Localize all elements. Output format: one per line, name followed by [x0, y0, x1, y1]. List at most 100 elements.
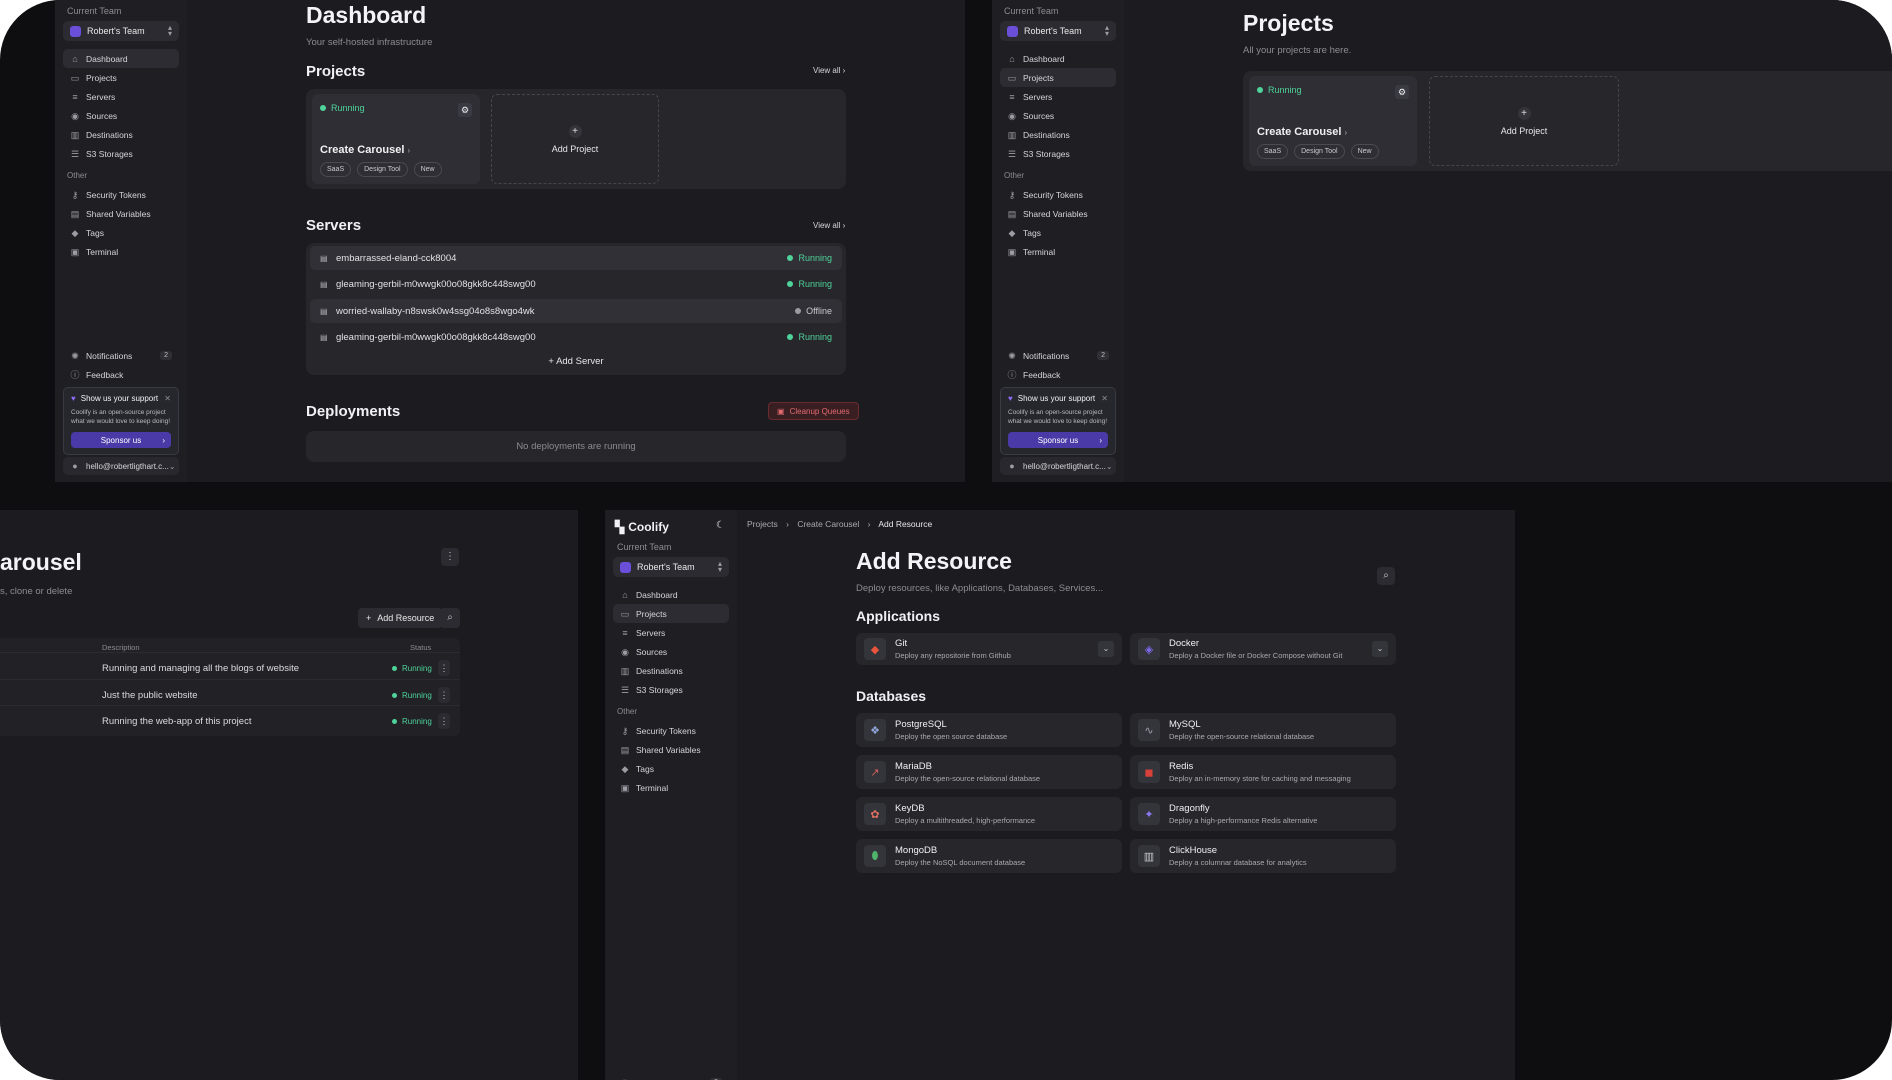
nav-terminal[interactable]: ▣ Terminal [1000, 242, 1116, 261]
page-subtitle: s, clone or delete [0, 586, 73, 597]
nav-terminal[interactable]: ▣ Terminal [63, 242, 179, 261]
nav-sources[interactable]: ◉ Sources [1000, 106, 1116, 125]
resource-card-git[interactable]: ◆ Git Deploy any repositorie from Github … [856, 633, 1122, 665]
projects-view-all-link[interactable]: View all › [813, 66, 845, 75]
team-select[interactable]: Robert's Team ▴ ▾ [63, 21, 179, 41]
team-select[interactable]: Robert's Team ▴ ▾ [613, 557, 729, 577]
search-icon[interactable]: ⌕ [1377, 567, 1395, 585]
resource-card-mongodb[interactable]: ⬮ MongoDB Deploy the NoSQL document datab… [856, 839, 1122, 873]
nav-tags[interactable]: ◆ Tags [63, 223, 179, 242]
nav-security-tokens[interactable]: ⚷ Security Tokens [613, 721, 729, 740]
close-icon[interactable]: ✕ [1101, 394, 1108, 403]
team-name: Robert's Team [87, 26, 145, 36]
add-server-button[interactable]: + Add Server [306, 356, 846, 367]
nav-projects[interactable]: ▭ Projects [1000, 68, 1116, 87]
nav-notifications[interactable]: ✺Notifications2 [63, 346, 179, 365]
nav-security-tokens[interactable]: ⚷ Security Tokens [63, 185, 179, 204]
resource-card-mariadb[interactable]: ↗ MariaDB Deploy the open-source relation… [856, 755, 1122, 789]
logo[interactable]: ▚ Coolify [615, 520, 669, 534]
chevron-down-icon[interactable]: ⌄ [1098, 641, 1114, 657]
resource-name: MySQL [1169, 719, 1201, 730]
project-tags: SaaS Design Tool New [1257, 144, 1379, 159]
server-row[interactable]: ▤ worried-wallaby-n8swsk0w4ssg04o8s8wgo4w… [310, 299, 842, 323]
servers-view-all-link[interactable]: View all › [813, 221, 845, 230]
gear-icon[interactable]: ⚙ [458, 103, 472, 117]
project-card[interactable]: Running ⚙ Create Carousel › SaaS Design … [1249, 76, 1417, 166]
nav-tags[interactable]: ◆ Tags [1000, 223, 1116, 242]
breadcrumb-item[interactable]: Projects [747, 519, 778, 529]
cleanup-queues-button[interactable]: ▣ Cleanup Queues [768, 402, 859, 420]
nav-servers[interactable]: ≡ Servers [1000, 87, 1116, 106]
nav-terminal[interactable]: ▣ Terminal [613, 778, 729, 797]
nav-shared-variables[interactable]: ▤ Shared Variables [1000, 204, 1116, 223]
notifications-count: 2 [160, 351, 172, 360]
page-subtitle: Your self-hosted infrastructure [306, 37, 433, 48]
user-menu[interactable]: ● hello@robertligthart.c... ⌄ [63, 457, 179, 475]
nav-feedback[interactable]: ⓘ Feedback [1000, 365, 1116, 384]
nav-sources[interactable]: ◉ Sources [63, 106, 179, 125]
nav-dashboard[interactable]: ⌂ Dashboard [63, 49, 179, 68]
servers-heading: Servers [306, 217, 362, 234]
resource-card-dragonfly[interactable]: ✦ Dragonfly Deploy a high-performance Red… [1130, 797, 1396, 831]
nav-projects[interactable]: ▭ Projects [613, 604, 729, 623]
resource-name: ClickHouse [1169, 845, 1218, 856]
sponsor-button[interactable]: Sponsor us › [71, 432, 171, 448]
sponsor-button[interactable]: Sponsor us › [1008, 432, 1108, 448]
nav-sources[interactable]: ◉ Sources [613, 642, 729, 661]
resource-card-postgresql[interactable]: ❖ PostgreSQL Deploy the open source datab… [856, 713, 1122, 747]
nav-notifications[interactable]: ✺Notifications2 [613, 1073, 729, 1080]
moon-icon[interactable]: ☾ [716, 520, 725, 531]
nav-notifications[interactable]: ✺Notifications2 [1000, 346, 1116, 365]
server-row[interactable]: ▤ gleaming-gerbil-m0wwgk00o08gkk8c448swg0… [310, 272, 842, 296]
user-menu[interactable]: ● hello@robertligthart.c... ⌄ [1000, 457, 1116, 475]
nav-destinations[interactable]: ▥ Destinations [613, 661, 729, 680]
status-dot [392, 666, 397, 671]
nav-tags[interactable]: ◆ Tags [613, 759, 729, 778]
table-row[interactable]: Running the web-app of this project Runn… [0, 705, 460, 737]
nav-s3-storages[interactable]: ☰ S3 Storages [1000, 144, 1116, 163]
breadcrumb-item[interactable]: Create Carousel [797, 519, 859, 529]
nav-s3-storages[interactable]: ☰ S3 Storages [613, 680, 729, 699]
resource-card-mysql[interactable]: ∿ MySQL Deploy the open-source relational… [1130, 713, 1396, 747]
row-menu-icon[interactable]: ⋮ [438, 660, 450, 676]
add-resource-button[interactable]: + Add Resource [358, 608, 443, 628]
close-icon[interactable]: ✕ [164, 394, 171, 403]
resource-card-docker[interactable]: ◈ Docker Deploy a Docker file or Docker C… [1130, 633, 1396, 665]
search-icon[interactable]: ⌕ [440, 608, 460, 628]
resource-desc: Deploy the open-source relational databa… [895, 774, 1041, 783]
team-label: Current Team [617, 542, 672, 552]
row-menu-icon[interactable]: ⋮ [438, 687, 450, 703]
add-project-card[interactable]: + Add Project [1429, 76, 1619, 166]
project-card[interactable]: Running ⚙ Create Carousel › SaaS Design … [312, 94, 480, 184]
gear-icon[interactable]: ⚙ [1395, 85, 1409, 99]
team-select[interactable]: Robert's Team ▴ ▾ [1000, 21, 1116, 41]
more-options-icon[interactable]: ⋮ [441, 548, 459, 566]
nav-destinations[interactable]: ▥ Destinations [63, 125, 179, 144]
chevron-down-icon[interactable]: ⌄ [1372, 641, 1388, 657]
row-menu-icon[interactable]: ⋮ [438, 713, 450, 729]
file-icon: ▤ [620, 744, 630, 755]
add-project-card[interactable]: + Add Project [491, 94, 659, 184]
nav-shared-variables[interactable]: ▤ Shared Variables [63, 204, 179, 223]
server-row[interactable]: ▤ gleaming-gerbil-m0wwgk00o08gkk8c448swg0… [310, 325, 842, 349]
nav-servers[interactable]: ≡ Servers [63, 87, 179, 106]
nav-label: Destinations [86, 129, 133, 140]
nav-destinations[interactable]: ▥ Destinations [1000, 125, 1116, 144]
resource-card-clickhouse[interactable]: ▥ ClickHouse Deploy a columnar database f… [1130, 839, 1396, 873]
tag: Design Tool [357, 162, 408, 177]
resource-card-keydb[interactable]: ✿ KeyDB Deploy a multithreaded, high-perf… [856, 797, 1122, 831]
resource-card-redis[interactable]: ◼ Redis Deploy an in-memory store for cac… [1130, 755, 1396, 789]
status-label: Offline [806, 306, 832, 316]
server-row[interactable]: ▤ embarrassed-eland-cck8004 Running [310, 246, 842, 270]
nav-servers[interactable]: ≡ Servers [613, 623, 729, 642]
nav-dashboard[interactable]: ⌂ Dashboard [1000, 49, 1116, 68]
nav-projects[interactable]: ▭ Projects [63, 68, 179, 87]
nav-s3-storages[interactable]: ☰ S3 Storages [63, 144, 179, 163]
nav-shared-variables[interactable]: ▤ Shared Variables [613, 740, 729, 759]
nav-security-tokens[interactable]: ⚷ Security Tokens [1000, 185, 1116, 204]
nav-label: Projects [86, 72, 117, 83]
nav-dashboard[interactable]: ⌂ Dashboard [613, 585, 729, 604]
projects-container: Running ⚙ Create Carousel › SaaS Design … [1243, 71, 1892, 171]
nav-feedback[interactable]: ⓘ Feedback [63, 365, 179, 384]
nav-label: Security Tokens [636, 725, 696, 736]
